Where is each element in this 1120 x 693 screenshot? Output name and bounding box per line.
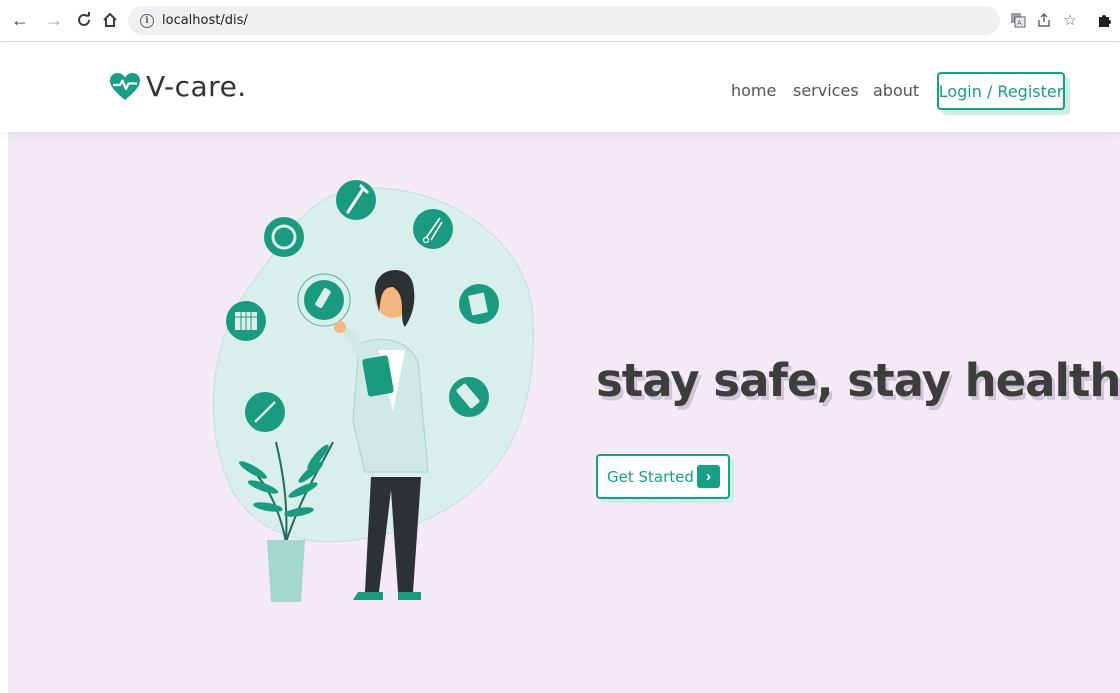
nav-home-link[interactable]: home: [731, 81, 776, 100]
back-icon[interactable]: ←: [10, 10, 30, 30]
get-started-label: Get Started: [607, 467, 694, 486]
heart-pulse-icon: [110, 72, 140, 100]
syringe-circle-icon: [336, 180, 376, 220]
scissors-circle-icon: [413, 209, 453, 249]
browser-toolbar: ← → i localhost/dis/ A ☆: [0, 0, 1120, 42]
home-icon[interactable]: [100, 10, 120, 30]
calendar-circle-icon: [226, 301, 266, 341]
document-circle-icon: [459, 284, 499, 324]
hero-title: stay safe, stay healthy: [596, 354, 1120, 407]
translate-icon[interactable]: A: [1008, 10, 1028, 30]
forward-icon[interactable]: →: [44, 10, 64, 30]
puzzle-icon[interactable]: [1094, 10, 1114, 30]
nav-services-link[interactable]: services: [793, 81, 859, 100]
star-icon[interactable]: ☆: [1060, 10, 1080, 30]
chevron-right-icon: ›: [697, 465, 720, 488]
stick-circle-icon: [245, 392, 285, 432]
svg-text:A: A: [1017, 20, 1022, 27]
hero-section: stay safe, stay healthy Get Started ›: [8, 132, 1120, 693]
vial-circle-icon: [297, 273, 351, 327]
logo-text: V-care.: [146, 70, 247, 103]
site-header: V-care. home services about Login / Regi…: [0, 42, 1120, 132]
login-register-button[interactable]: Login / Register: [937, 72, 1065, 110]
share-icon[interactable]: [1034, 10, 1054, 30]
reload-icon[interactable]: [74, 10, 94, 30]
get-started-button[interactable]: Get Started ›: [596, 454, 730, 499]
info-icon[interactable]: i: [140, 13, 154, 28]
ring-circle-icon: [264, 217, 304, 257]
url-text: localhost/dis/: [162, 13, 248, 28]
pill-pack-circle-icon: [449, 377, 489, 417]
logo[interactable]: V-care.: [110, 70, 247, 103]
nav-about-link[interactable]: about: [873, 81, 919, 100]
doctor-illustration: [212, 180, 534, 602]
address-bar[interactable]: i localhost/dis/: [128, 6, 1000, 35]
